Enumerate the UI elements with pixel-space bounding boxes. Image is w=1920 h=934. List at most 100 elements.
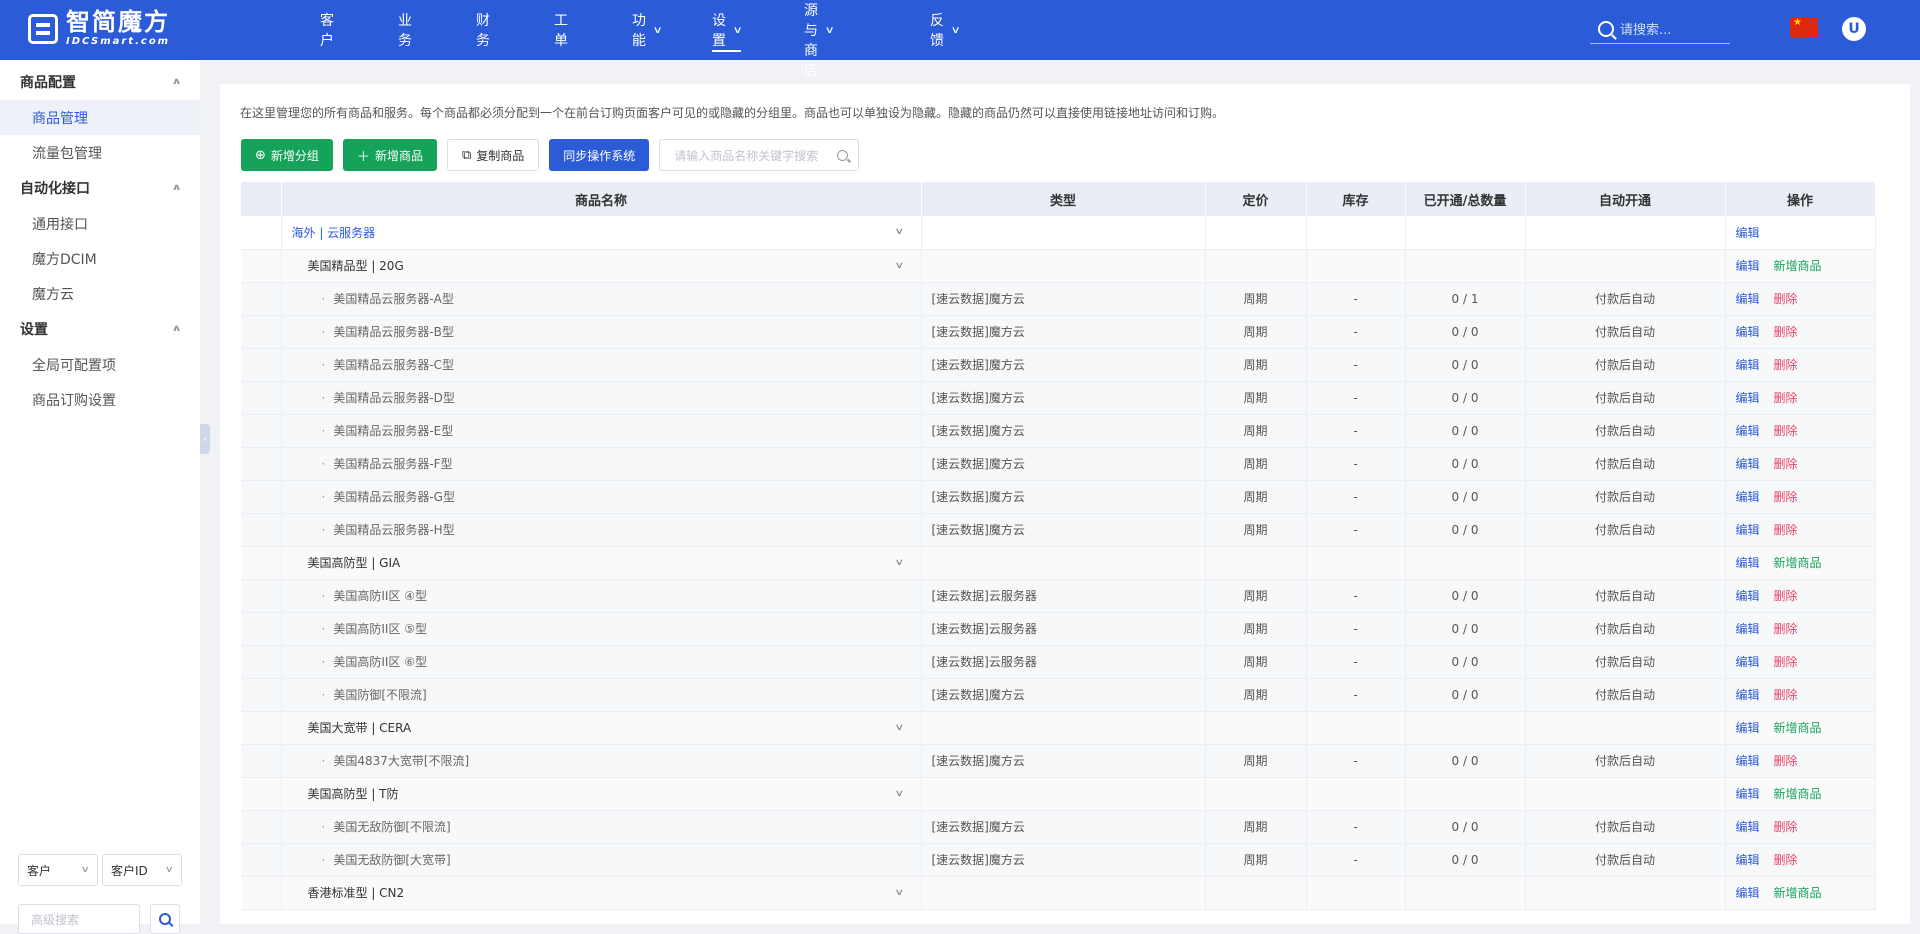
nav-item-7[interactable]: 反馈 ∨ — [930, 0, 961, 60]
edit-link[interactable]: 编辑 — [1736, 325, 1760, 339]
edit-link[interactable]: 编辑 — [1736, 886, 1760, 900]
add-product-link[interactable]: 新增商品 — [1774, 259, 1822, 273]
delete-link[interactable]: 删除 — [1774, 325, 1798, 339]
delete-link[interactable]: 删除 — [1774, 391, 1798, 405]
global-search[interactable]: 请搜索... — [1590, 14, 1730, 44]
cell-stock — [1306, 777, 1406, 811]
add-product-link[interactable]: 新增商品 — [1774, 556, 1822, 570]
category-name[interactable]: 海外 | 云服务器 — [282, 224, 376, 241]
product-name: 美国无敌防御[大宽带] — [282, 851, 450, 868]
chevron-down-icon[interactable]: ∨ — [894, 558, 904, 568]
delete-link[interactable]: 删除 — [1774, 589, 1798, 603]
cell-count — [1405, 711, 1526, 745]
sync-os-button[interactable]: 同步操作系统 — [549, 139, 650, 171]
edit-link[interactable]: 编辑 — [1736, 589, 1760, 603]
edit-link[interactable]: 编辑 — [1736, 820, 1760, 834]
group-name: 美国大宽带 | CERA — [307, 721, 412, 735]
nav-item-label: 工单 — [554, 13, 568, 49]
sidebar-group-header[interactable]: 设置 ∧ — [0, 311, 200, 347]
filter-field-select[interactable]: 客户ID ∨ — [102, 854, 182, 886]
delete-link[interactable]: 删除 — [1774, 424, 1798, 438]
language-flag-icon[interactable] — [1790, 17, 1818, 37]
sidebar-item[interactable]: 魔方云 — [0, 276, 200, 311]
delete-link[interactable]: 删除 — [1774, 853, 1798, 867]
add-product-link[interactable]: 新增商品 — [1774, 787, 1822, 801]
advanced-search-input[interactable]: 高级搜索 — [18, 904, 140, 934]
nav-item-3[interactable]: 工单 — [554, 0, 568, 60]
edit-link[interactable]: 编辑 — [1736, 622, 1760, 636]
edit-link[interactable]: 编辑 — [1736, 556, 1760, 570]
page-description: 在这里管理您的所有商品和服务。每个商品都必须分配到一个在前台订购页面客户可见的或… — [240, 106, 1225, 120]
edit-link[interactable]: 编辑 — [1736, 688, 1760, 702]
edit-link[interactable]: 编辑 — [1736, 424, 1760, 438]
delete-link[interactable]: 删除 — [1774, 820, 1798, 834]
nav-item-4[interactable]: 功能 ∨ — [632, 0, 663, 60]
product-name: 美国4837大宽带[不限流] — [282, 752, 469, 769]
sidebar-item[interactable]: 通用接口 — [0, 206, 200, 241]
copy-product-button[interactable]: ⧉ 复制商品 — [446, 139, 540, 171]
product-search-input[interactable]: 请输入商品名称关键字搜索 — [659, 139, 860, 171]
nav-item-2[interactable]: 财务 — [476, 0, 490, 60]
delete-link[interactable]: 删除 — [1774, 292, 1798, 306]
add-product-link[interactable]: 新增商品 — [1774, 721, 1822, 735]
sidebar-item[interactable]: 魔方DCIM — [0, 241, 200, 276]
actions-cell: 编辑 删除 — [1725, 678, 1876, 712]
delete-link[interactable]: 删除 — [1774, 655, 1798, 669]
edit-link[interactable]: 编辑 — [1736, 754, 1760, 768]
search-icon — [1598, 20, 1614, 37]
delete-link[interactable]: 删除 — [1774, 523, 1798, 537]
filter-type-select[interactable]: 客户 ∨ — [18, 854, 98, 886]
nav-item-6[interactable]: 资源与商店 ∨ — [804, 0, 835, 79]
delete-link[interactable]: 删除 — [1774, 358, 1798, 372]
edit-link[interactable]: 编辑 — [1736, 787, 1760, 801]
cell-price — [1205, 546, 1307, 580]
chevron-down-icon[interactable]: ∨ — [894, 261, 904, 271]
delete-link[interactable]: 删除 — [1774, 490, 1798, 504]
chevron-down-icon[interactable]: ∨ — [894, 723, 904, 733]
nav-item-5[interactable]: 设置 ∨ — [712, 0, 743, 60]
edit-link[interactable]: 编辑 — [1736, 655, 1760, 669]
edit-link[interactable]: 编辑 — [1736, 490, 1760, 504]
cell-count: 0 / 0 — [1405, 612, 1526, 646]
delete-link[interactable]: 删除 — [1774, 457, 1798, 471]
row-spacer-cell — [241, 777, 282, 811]
delete-link[interactable]: 删除 — [1774, 622, 1798, 636]
add-product-button[interactable]: ＋新增商品 — [342, 139, 437, 171]
edit-link[interactable]: 编辑 — [1736, 721, 1760, 735]
edit-link[interactable]: 编辑 — [1736, 457, 1760, 471]
actions-cell: 编辑 新增商品 — [1725, 546, 1876, 580]
nav-item-0[interactable]: 客户 — [320, 0, 334, 60]
logo[interactable]: 智简魔方 IDCSmart.com — [28, 10, 170, 47]
sidebar-item[interactable]: 商品订购设置 — [0, 382, 200, 417]
chevron-down-icon[interactable]: ∨ — [894, 789, 904, 799]
add-product-link[interactable]: 新增商品 — [1774, 886, 1822, 900]
sidebar-collapse-handle[interactable]: ‹ — [200, 424, 210, 454]
edit-link[interactable]: 编辑 — [1736, 226, 1760, 240]
edit-link[interactable]: 编辑 — [1736, 391, 1760, 405]
cell-price: 周期 — [1205, 315, 1307, 349]
sidebar-group-header[interactable]: 商品配置 ∧ — [0, 64, 200, 100]
edit-link[interactable]: 编辑 — [1736, 523, 1760, 537]
sidebar-item[interactable]: 流量包管理 — [0, 135, 200, 170]
cell-auto — [1525, 249, 1726, 283]
sidebar-item[interactable]: 全局可配置项 — [0, 347, 200, 382]
edit-link[interactable]: 编辑 — [1736, 853, 1760, 867]
edit-link[interactable]: 编辑 — [1736, 292, 1760, 306]
row-spacer-cell — [241, 381, 282, 415]
row-spacer-cell — [241, 546, 282, 580]
cell-type — [921, 777, 1206, 811]
sidebar-item[interactable]: 商品管理 — [0, 100, 200, 135]
delete-link[interactable]: 删除 — [1774, 754, 1798, 768]
edit-link[interactable]: 编辑 — [1736, 259, 1760, 273]
add-group-button[interactable]: ⊕ 新增分组 — [241, 139, 333, 171]
nav-item-1[interactable]: 业务 — [398, 0, 412, 60]
chevron-down-icon[interactable]: ∨ — [894, 888, 904, 898]
sidebar-group-header[interactable]: 自动化接口 ∧ — [0, 170, 200, 206]
edit-link[interactable]: 编辑 — [1736, 358, 1760, 372]
advanced-search-button[interactable] — [150, 904, 180, 934]
table-row: 美国精品云服务器-G型 [速云数据]魔方云周期-0 / 0付款后自动编辑删除 — [241, 480, 1876, 514]
user-avatar[interactable]: U — [1842, 17, 1866, 41]
delete-link[interactable]: 删除 — [1774, 688, 1798, 702]
row-spacer-cell — [241, 282, 282, 316]
chevron-down-icon[interactable]: ∨ — [894, 227, 904, 237]
